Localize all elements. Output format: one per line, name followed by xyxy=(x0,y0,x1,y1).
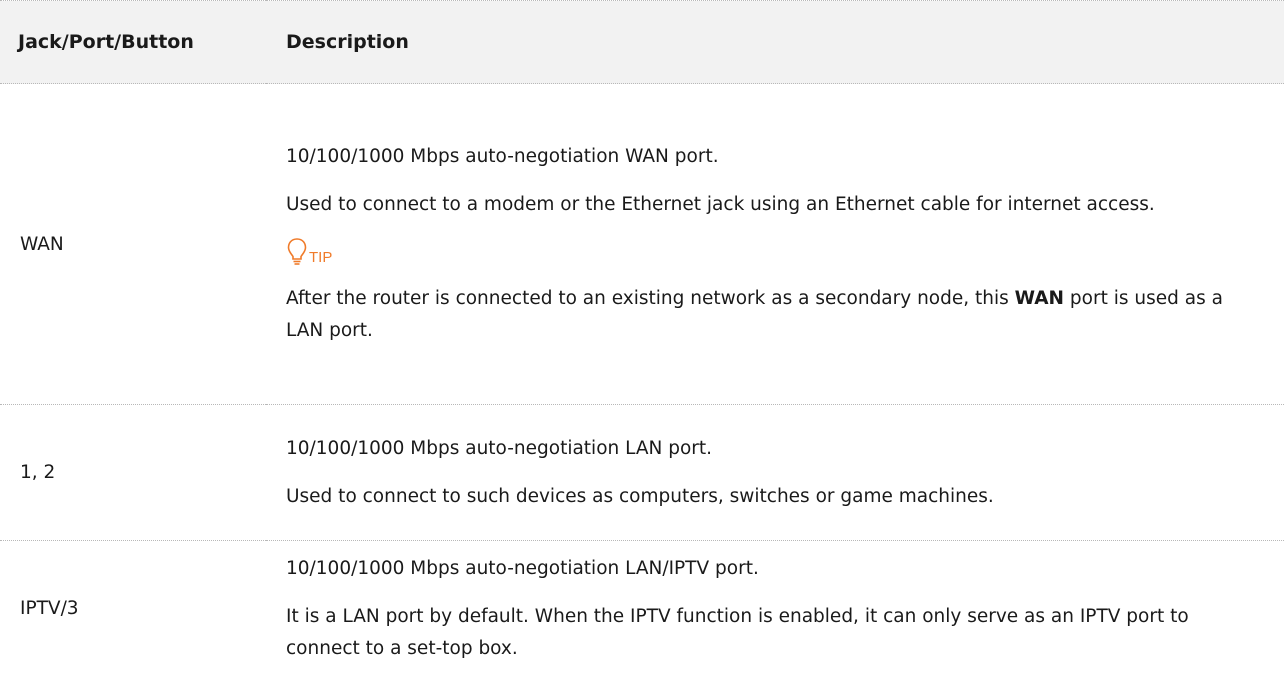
tip-label: TIP xyxy=(309,250,332,265)
header-description: Description xyxy=(266,1,1284,84)
table-row-wan: WAN 10/100/1000 Mbps auto-negotiation WA… xyxy=(0,84,1284,405)
description-wan: 10/100/1000 Mbps auto-negotiation WAN po… xyxy=(266,84,1284,405)
port-name-iptv: IPTV/3 xyxy=(0,541,266,676)
description-line: Used to connect to a modem or the Ethern… xyxy=(286,189,1254,221)
tip-text: After the router is connected to an exis… xyxy=(286,283,1254,347)
description-line: It is a LAN port by default. When the IP… xyxy=(286,601,1254,665)
description-line: Used to connect to such devices as compu… xyxy=(286,481,1254,513)
description-iptv: 10/100/1000 Mbps auto-negotiation LAN/IP… xyxy=(266,541,1284,676)
table-row-lan: 1, 2 10/100/1000 Mbps auto-negotiation L… xyxy=(0,405,1284,541)
tip-text-before: After the router is connected to an exis… xyxy=(286,288,1015,309)
tip-text-bold: WAN xyxy=(1015,288,1064,309)
port-name-lan: 1, 2 xyxy=(0,405,266,541)
description-line: 10/100/1000 Mbps auto-negotiation LAN po… xyxy=(286,433,1254,465)
table-header-row: Jack/Port/Button Description xyxy=(0,1,1284,84)
description-lan: 10/100/1000 Mbps auto-negotiation LAN po… xyxy=(266,405,1284,541)
lightbulb-icon xyxy=(286,237,308,267)
description-line: 10/100/1000 Mbps auto-negotiation LAN/IP… xyxy=(286,553,1254,585)
tip-heading: TIP xyxy=(286,237,1254,267)
header-port: Jack/Port/Button xyxy=(0,1,266,84)
ports-table: Jack/Port/Button Description WAN 10/100/… xyxy=(0,0,1284,676)
table-row-iptv: IPTV/3 10/100/1000 Mbps auto-negotiation… xyxy=(0,541,1284,676)
port-name-wan: WAN xyxy=(0,84,266,405)
description-line: 10/100/1000 Mbps auto-negotiation WAN po… xyxy=(286,141,1254,173)
